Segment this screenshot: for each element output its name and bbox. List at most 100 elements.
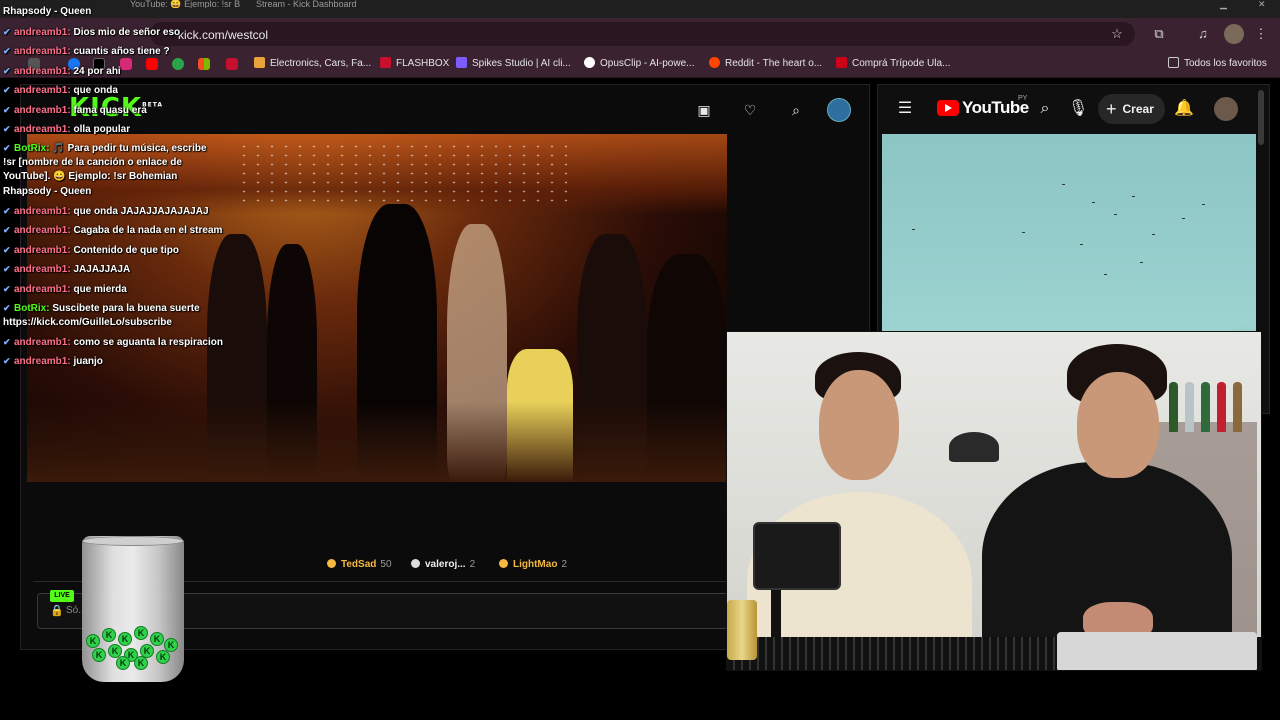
bird [1114, 214, 1117, 215]
star-icon[interactable]: ☆ [1108, 25, 1126, 43]
chat-username: andreamb1: [14, 284, 71, 295]
verified-badge-icon: ✔ [3, 225, 11, 235]
screen: YouTube: 😀 Ejemplo: !sr Bohemian Rhapsod… [0, 0, 1280, 720]
leaderboard-entry-2: valeroj... 2 [411, 559, 475, 570]
search-icon[interactable]: ⌕ [1035, 99, 1055, 119]
leaderboard-entry-1: TedSad 50 [327, 559, 392, 570]
chat-text-continuation: !sr [nombre de la canción o enlace de [3, 157, 182, 168]
bird [1022, 232, 1025, 233]
bookmark-reddit-label: Reddit - The heart o... [725, 58, 823, 69]
bookmark-spikes[interactable]: Spikes Studio | AI cli... [456, 57, 571, 69]
kick-chip-icon: K [92, 648, 106, 662]
verified-badge-icon: ✔ [3, 85, 11, 95]
verified-badge-icon: ✔ [3, 356, 11, 366]
kick-chip-icon: K [116, 656, 130, 670]
chip-glyph: K [111, 646, 119, 656]
verified-badge-icon: ✔ [3, 245, 11, 255]
extensions-icon[interactable]: ⧉ [1150, 25, 1168, 43]
profile-avatar[interactable] [1224, 24, 1244, 44]
kick-chip-icon: K [134, 626, 148, 640]
leaderboard-count: 2 [469, 559, 476, 570]
chat-overlay: Rhapsody - Queen ✔ andreamb1: Dios mio de… [0, 0, 300, 380]
bird [1132, 196, 1135, 197]
bookmark-spikes-label: Spikes Studio | AI cli... [472, 58, 571, 69]
bird [1080, 244, 1083, 245]
verified-badge-icon: ✔ [3, 303, 11, 313]
bottle [1233, 382, 1242, 432]
verified-badge-icon: ✔ [3, 27, 11, 37]
chat-message: ✔ andreamb1: Contenido de que tipo [3, 244, 179, 257]
chat-message: ✔ andreamb1: que onda [3, 84, 118, 97]
menu-dots-icon[interactable]: ⋮ [1252, 25, 1270, 43]
create-button[interactable]: + Crear [1098, 94, 1165, 124]
chat-text: Dios mio de señor eso [73, 27, 181, 38]
media-control-icon[interactable]: ♫ [1194, 25, 1212, 43]
chat-text: 24 por ahi [73, 66, 121, 77]
chat-username: andreamb1: [14, 27, 71, 38]
subscriber-glass-widget: K K K K K K K K K K K K K [82, 536, 184, 682]
search-icon[interactable]: ⌕ [787, 101, 805, 119]
minimize-icon[interactable]: ▁ [1220, 0, 1227, 9]
chat-text: que onda [73, 85, 118, 96]
verified-badge-icon: ✔ [3, 66, 11, 76]
leaderboard-name: TedSad [341, 559, 377, 570]
youtube-avatar[interactable] [1214, 97, 1238, 121]
microphone-icon[interactable]: 🎙 [1068, 99, 1088, 119]
bookmark-tripode[interactable]: Comprá Trípode Ula... [836, 57, 950, 69]
live-badge: LIVE [50, 590, 74, 602]
verified-badge-icon: ✔ [3, 206, 11, 216]
youtube-logo-icon[interactable] [937, 100, 959, 116]
bird [1140, 262, 1143, 263]
close-window-icon[interactable]: ✕ [1258, 0, 1266, 9]
chat-username: andreamb1: [14, 356, 71, 367]
chat-text: que mierda [73, 284, 127, 295]
cap-on-table [949, 432, 999, 462]
chat-link: https://kick.com/GuilleLo/subscribe [3, 317, 172, 328]
chip-glyph: K [167, 640, 175, 650]
chip-glyph: K [105, 630, 113, 640]
chat-text: fama quasu era [73, 105, 147, 116]
chat-text-continuation: Rhapsody - Queen [3, 186, 92, 197]
hamburger-menu-icon[interactable]: ☰ [895, 99, 915, 119]
bookmarks-folder[interactable]: Todos los favoritos [1168, 57, 1267, 69]
bell-icon[interactable]: 🔔 [1174, 99, 1194, 119]
bird [1202, 204, 1205, 205]
chat-message: ✔ andreamb1: fama quasu era [3, 104, 147, 117]
tripode-icon [836, 57, 847, 68]
chat-username: andreamb1: [14, 124, 71, 135]
bookmark-opusclip[interactable]: OpusClip - AI-powe... [584, 57, 694, 69]
bookmark-flashbox[interactable]: FLASHBOX [380, 57, 449, 69]
heart-icon[interactable]: ♡ [741, 101, 759, 119]
chat-bot-name: BotRix: [14, 303, 50, 314]
chat-message: ✔ BotRix: 🎵 Para pedir tu música, escribe [3, 142, 207, 155]
gift-badge-icon [411, 559, 420, 568]
chip-glyph: K [89, 636, 97, 646]
scrollbar[interactable] [1258, 90, 1264, 145]
chat-message: ✔ andreamb1: juanjo [3, 355, 103, 368]
bottle [1201, 382, 1210, 432]
chat-message: ✔ BotRix: Suscibete para la buena suerte [3, 302, 200, 315]
lock-icon: 🔒 [50, 605, 64, 617]
chip-glyph: K [143, 646, 151, 656]
phone-on-tripod [753, 522, 841, 590]
beer-can [727, 600, 757, 660]
chat-text: Cagaba de la nada en el stream [73, 225, 223, 236]
youtube-country: PY [1018, 95, 1028, 102]
chip-glyph: K [121, 634, 129, 644]
verified-badge-icon: ✔ [3, 46, 11, 56]
chip-glyph: K [159, 652, 167, 662]
chat-message: ✔ andreamb1: olla popular [3, 123, 130, 136]
leaderboard-name: valeroj... [425, 559, 466, 570]
glass-rim [82, 536, 184, 546]
create-label: Crear [1122, 102, 1154, 116]
chat-message: ✔ andreamb1: JAJAJJAJA [3, 263, 130, 276]
kick-avatar[interactable] [827, 98, 851, 122]
chat-username: andreamb1: [14, 85, 71, 96]
kick-chips: K K K K K K K K K K K K K [84, 626, 182, 670]
archive-icon[interactable]: ▣ [695, 101, 713, 119]
chip-glyph: K [137, 628, 145, 638]
chip-glyph: K [95, 650, 103, 660]
bookmark-reddit[interactable]: Reddit - The heart o... [709, 57, 822, 69]
chat-username: andreamb1: [14, 264, 71, 275]
person-right-face [1077, 372, 1159, 478]
